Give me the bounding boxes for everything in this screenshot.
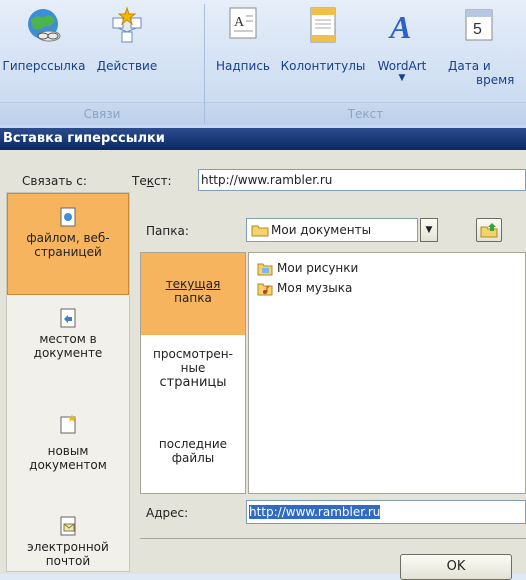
link-to-label: Связать с: xyxy=(22,174,87,188)
link-to-file-web-page[interactable]: файлом, веб- страницей xyxy=(7,193,129,295)
up-one-level-button[interactable] xyxy=(476,218,502,242)
action-label: Действие xyxy=(96,59,158,73)
file-name: Моя музыка xyxy=(277,281,353,295)
header-footer-button[interactable]: Колонтитулы xyxy=(278,6,368,73)
place-label-line1: файлом, веб- xyxy=(26,231,110,245)
textbox-label: Надпись xyxy=(216,59,270,73)
group-label-text: Текст xyxy=(205,102,526,125)
up-folder-icon xyxy=(480,223,498,238)
action-button[interactable]: Действие xyxy=(88,6,166,73)
place-in-document-icon xyxy=(60,308,76,328)
textbox-button[interactable]: A Надпись xyxy=(210,6,276,73)
music-folder-icon xyxy=(257,283,273,295)
pictures-folder-icon xyxy=(257,263,273,275)
globe-link-icon xyxy=(28,9,61,42)
browse-label-line1: просмотрен- xyxy=(153,347,233,361)
wordart-icon: A xyxy=(388,9,411,45)
svg-text:A: A xyxy=(388,9,411,45)
group-label-links: Связи xyxy=(0,102,204,125)
link-to-bar: файлом, веб- страницей местом в документ… xyxy=(6,192,130,572)
browse-label-line2: ные xyxy=(180,361,206,375)
place-label-line2: почтой xyxy=(45,554,91,568)
browse-bar: текущая папка просмотрен- ные страницы п… xyxy=(140,252,246,494)
header-footer-label: Колонтитулы xyxy=(280,59,366,73)
text-label: Текст: xyxy=(132,174,172,188)
wordart-label: WordArt xyxy=(377,59,427,73)
file-web-icon xyxy=(60,207,76,227)
folder-label: Папка: xyxy=(146,224,189,238)
folder-select[interactable]: Мои документы xyxy=(246,218,418,242)
place-label-line2: документом xyxy=(29,458,107,472)
address-label: Адрес: xyxy=(146,506,189,520)
date-time-button[interactable]: 5 Дата и время xyxy=(438,6,526,87)
link-to-email[interactable]: электронной почтой xyxy=(7,511,129,573)
browse-label-line1: текущая xyxy=(165,277,221,291)
hyperlink-button[interactable]: Гиперссылка xyxy=(2,6,86,73)
svg-text:A: A xyxy=(234,15,245,30)
hyperlink-label: Гиперссылка xyxy=(2,59,86,73)
chevron-down-icon: ▼ xyxy=(425,225,433,235)
place-label-line1: местом в xyxy=(39,332,97,346)
browse-recent-files[interactable]: последние файлы xyxy=(141,437,245,465)
list-item[interactable]: Мои рисунки xyxy=(257,261,358,276)
wordart-dropdown-icon[interactable]: ▼ xyxy=(366,73,438,83)
dialog-title: Вставка гиперссылки xyxy=(0,128,526,150)
link-to-new-document[interactable]: новым документом xyxy=(7,407,129,491)
address-input[interactable]: http://www.rambler.ru xyxy=(246,500,526,524)
folder-dropdown-button[interactable]: ▼ xyxy=(420,218,438,242)
browse-label-line2: файлы xyxy=(171,451,215,465)
ok-button[interactable]: OK xyxy=(400,554,512,580)
browse-label-line1: последние xyxy=(158,437,228,451)
place-label-line1: новым xyxy=(47,444,89,458)
text-to-display-input[interactable]: http://www.rambler.ru xyxy=(198,169,526,191)
textbox-icon: A xyxy=(229,7,257,39)
file-name: Мои рисунки xyxy=(277,261,359,275)
date-time-icon: 5 xyxy=(465,9,493,41)
place-label-line2: документе xyxy=(33,346,103,360)
place-label-line2: страницей xyxy=(34,245,102,259)
date-time-label-2: время xyxy=(476,73,515,87)
action-star-icon xyxy=(112,6,142,43)
date-time-label: Дата и xyxy=(448,59,491,73)
folder-value: Мои документы xyxy=(271,223,372,237)
folder-icon xyxy=(251,225,269,237)
browse-current-folder[interactable]: текущая папка xyxy=(141,253,245,335)
divider xyxy=(140,538,526,539)
browse-browsed-pages[interactable]: просмотрен- ные страницы xyxy=(141,347,245,390)
ribbon: Гиперссылка Действие A Надпись Колонтиту… xyxy=(0,0,526,129)
email-icon xyxy=(60,516,76,536)
new-document-icon xyxy=(60,414,76,434)
address-value: http://www.rambler.ru xyxy=(249,505,381,519)
browse-label-line3: страницы xyxy=(159,375,227,390)
file-list: Мои рисунки Моя музыка xyxy=(248,252,526,494)
place-label-line1: электронной xyxy=(27,540,109,554)
insert-hyperlink-dialog: Связать с: Текст: http://www.rambler.ru … xyxy=(0,150,526,580)
list-item[interactable]: Моя музыка xyxy=(257,281,352,296)
header-footer-icon xyxy=(310,7,336,43)
wordart-button[interactable]: A WordArt ▼ xyxy=(366,6,438,83)
browse-label-line2: папка xyxy=(174,291,212,305)
link-to-place-in-document[interactable]: местом в документе xyxy=(7,301,129,385)
svg-text:5: 5 xyxy=(473,21,482,38)
